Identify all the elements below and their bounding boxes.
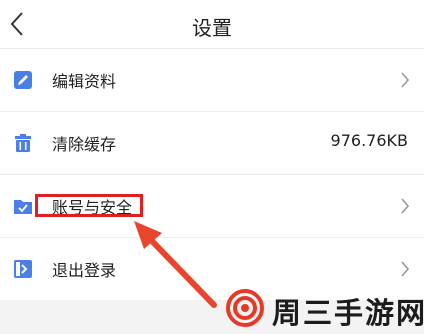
cache-size-value: 976.76KB xyxy=(330,131,408,150)
folder-check-icon xyxy=(14,200,32,214)
watermark-text: 周三手游网 xyxy=(272,296,424,330)
watermark-logo-icon xyxy=(226,289,264,327)
logout-icon xyxy=(14,260,32,278)
page-title: 设置 xyxy=(192,16,232,40)
chevron-right-icon xyxy=(401,198,410,214)
settings-row-label: 清除缓存 xyxy=(52,135,117,154)
settings-row-edit-profile[interactable]: 编辑资料 xyxy=(0,49,424,112)
annotation-arrow-icon xyxy=(134,221,217,308)
header-bar: 设置 xyxy=(0,0,424,49)
chevron-right-icon xyxy=(401,261,410,277)
trash-icon xyxy=(15,134,31,152)
watermark: 周三手游网 xyxy=(226,287,424,330)
settings-row-label: 编辑资料 xyxy=(52,72,117,91)
chevron-right-icon xyxy=(401,72,410,88)
highlight-box xyxy=(35,194,143,217)
edit-profile-icon xyxy=(14,71,32,89)
settings-row-label: 退出登录 xyxy=(52,261,117,280)
settings-row-clear-cache[interactable]: 清除缓存 976.76KB xyxy=(0,112,424,175)
